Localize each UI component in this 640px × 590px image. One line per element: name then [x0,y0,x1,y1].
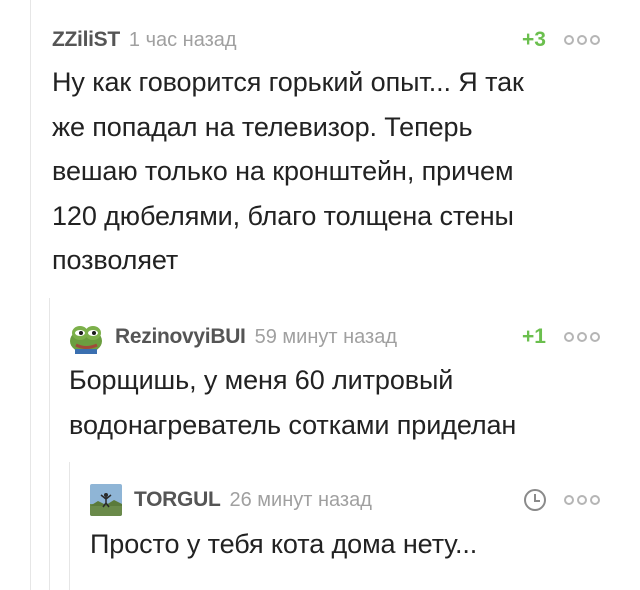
comment-header: RezinovyiBUI 59 минут назад +1 [69,320,600,354]
comment: ZZiliST 1 час назад +3 Ну как говорится … [52,26,600,283]
thread-line-level-1 [30,0,31,590]
more-options-icon[interactable] [564,495,600,505]
comment-text-line: Борщишь, у меня 60 литровый [69,365,454,395]
more-options-icon[interactable] [564,332,600,342]
comment-header: ZZiliST 1 час назад +3 [52,26,600,54]
more-options-icon[interactable] [564,35,600,45]
comment-rating: +1 [522,325,546,348]
comment-author[interactable]: RezinovyiBUI [115,325,246,349]
comment-rating: +3 [522,28,546,51]
comment-text-line: Просто у тебя кота дома нету... [90,529,478,559]
comment-reply: TORGUL 26 минут назад Просто у тебя кота… [90,484,600,567]
comment-text-line: 120 дюбелями, благо толщена стены [52,200,514,231]
comment-text-line: позволяет [52,245,179,275]
comment-text: Просто у тебя кота дома нету... [90,522,600,567]
comment-text: Борщишь, у меня 60 литровый водонагреват… [69,358,600,447]
comment-time[interactable]: 1 час назад [129,29,237,52]
comment-author[interactable]: ZZiliST [52,28,120,52]
comment-time[interactable]: 59 минут назад [255,326,397,349]
comment-text-line: же попадал на телевизор. Теперь [52,111,473,142]
comment-text-line: вешаю только на кронштейн, причем [52,156,514,186]
comment-reply: RezinovyiBUI 59 минут назад +1 Борщишь, … [69,320,600,447]
pepe-frog-avatar[interactable] [69,320,103,354]
comment-text-line: водонагреватель сотками приделан [69,409,517,440]
clock-icon [524,489,546,511]
comment-header: TORGUL 26 минут назад [90,484,600,516]
thread-line-level-2 [49,298,50,590]
comment-time[interactable]: 26 минут назад [229,489,371,512]
thread-line-level-3 [69,462,70,590]
comment-author[interactable]: TORGUL [134,488,221,512]
landscape-photo-avatar[interactable] [90,484,122,516]
comment-text-line: Ну как говорится горький опыт... Я так [52,67,524,97]
comment-text: Ну как говорится горький опыт... Я так ж… [52,60,600,283]
